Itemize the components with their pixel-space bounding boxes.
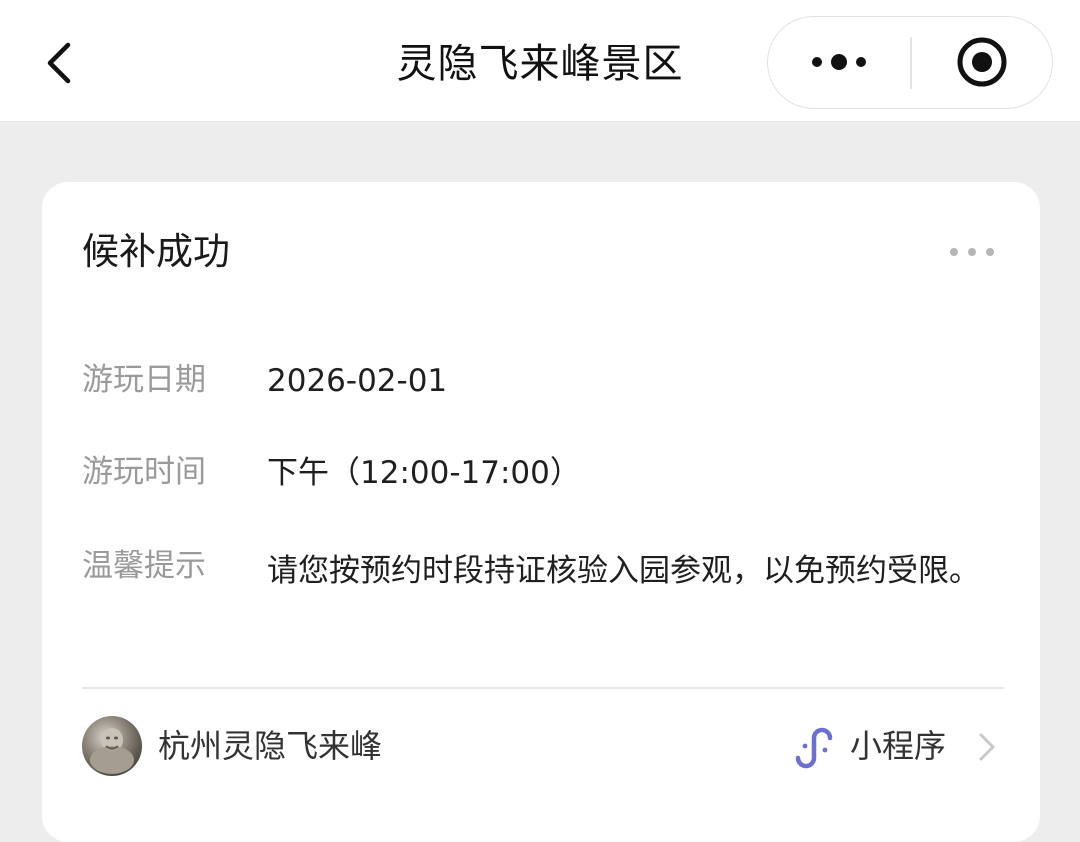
buddha-statue-image xyxy=(90,728,134,774)
notice-value: 请您按预约时段持证核验入园参观，以免预约受限。 xyxy=(267,553,980,589)
more-dots-icon xyxy=(812,54,866,70)
chevron-left-icon xyxy=(47,42,71,84)
mini-program-source[interactable]: 杭州灵隐飞来峰 小程序 xyxy=(82,714,1002,778)
avatar xyxy=(82,716,142,776)
visit-time-value: 下午（12:00-17:00） xyxy=(267,455,581,491)
target-circle-icon xyxy=(957,37,1007,87)
more-menu-button[interactable] xyxy=(768,17,910,107)
card-title: 候补成功 xyxy=(82,230,230,273)
notice-label: 温馨提示 xyxy=(82,548,206,584)
chevron-right-icon xyxy=(979,733,995,761)
message-card: 候补成功 游玩日期 2026-02-01 游玩时间 下午（12:00-17:00… xyxy=(42,182,1040,842)
back-button[interactable] xyxy=(34,38,84,88)
navigation-bar: 灵隐飞来峰景区 xyxy=(0,0,1080,122)
visit-time-label: 游玩时间 xyxy=(82,454,206,490)
visit-date-value: 2026-02-01 xyxy=(267,363,448,399)
close-miniprogram-button[interactable] xyxy=(912,17,1052,107)
source-name: 杭州灵隐飞来峰 xyxy=(158,727,383,765)
visit-date-label: 游玩日期 xyxy=(82,362,206,398)
card-divider xyxy=(82,687,1004,689)
mini-program-icon xyxy=(795,727,833,769)
ellipsis-icon xyxy=(950,248,994,256)
capsule-menu xyxy=(767,16,1053,109)
card-more-button[interactable] xyxy=(942,236,1002,268)
page-title: 灵隐飞来峰景区 xyxy=(396,41,684,87)
mini-program-label: 小程序 xyxy=(850,727,947,765)
